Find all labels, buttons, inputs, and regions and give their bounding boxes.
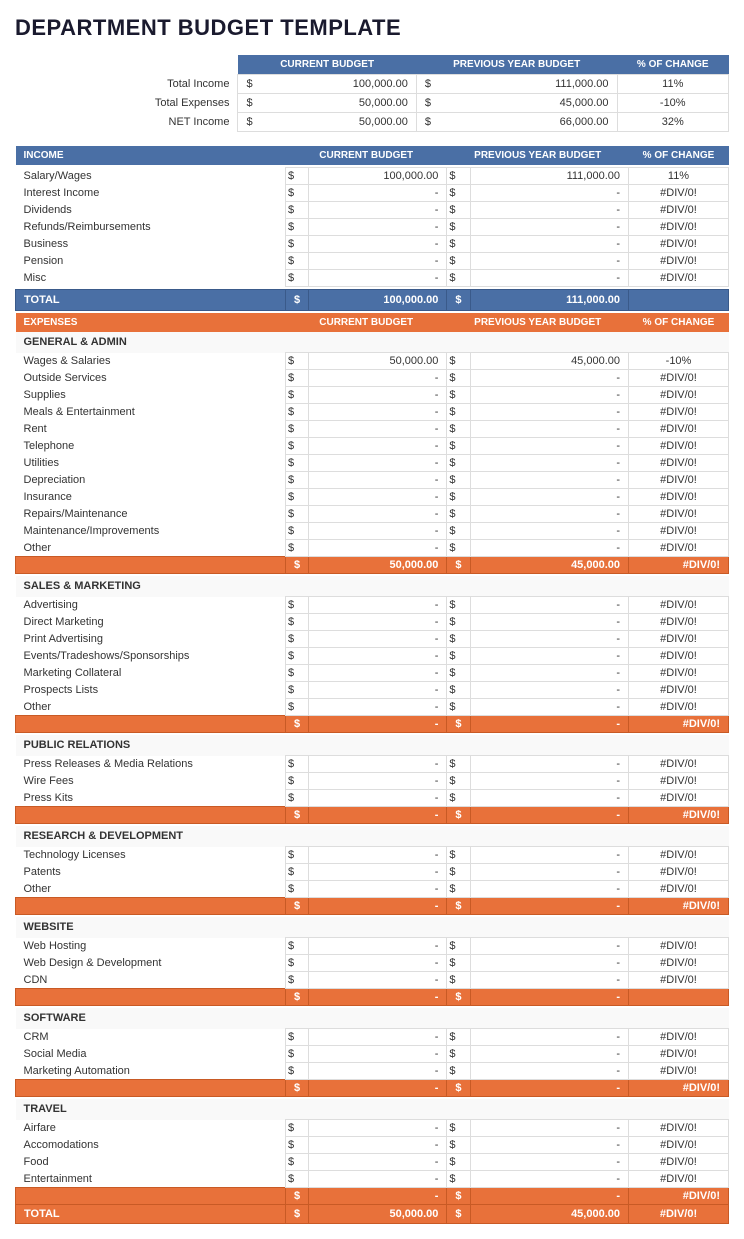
exp-row-press-kits: Press Kits $- $- #DIV/0! bbox=[16, 790, 729, 807]
exp-row-social-media: Social Media $- $- #DIV/0! bbox=[16, 1046, 729, 1063]
exp-row-advertising: Advertising $- $- #DIV/0! bbox=[16, 597, 729, 614]
software-subtotal-row: $- $- #DIV/0! bbox=[16, 1080, 729, 1097]
travel-section: TRAVEL bbox=[16, 1099, 729, 1120]
exp-row-insurance: Insurance $- $- #DIV/0! bbox=[16, 489, 729, 506]
income-row-interest: Interest Income $ - $ - #DIV/0! bbox=[16, 185, 729, 202]
exp-row-wire-fees: Wire Fees $- $- #DIV/0! bbox=[16, 773, 729, 790]
travel-subtotal-row: $- $- #DIV/0! bbox=[16, 1188, 729, 1205]
income-row-salary: Salary/Wages $ 100,000.00 $ 111,000.00 1… bbox=[16, 168, 729, 185]
summary-header-current: CURRENT BUDGET bbox=[238, 55, 416, 75]
exp-row-other-rd: Other $- $- #DIV/0! bbox=[16, 881, 729, 898]
exp-row-food: Food $- $- #DIV/0! bbox=[16, 1154, 729, 1171]
exp-row-crm: CRM $- $- #DIV/0! bbox=[16, 1029, 729, 1046]
income-total-row: TOTAL $ 100,000.00 $ 111,000.00 bbox=[16, 290, 729, 311]
sm-subtotal-row: $- $- #DIV/0! bbox=[16, 716, 729, 733]
page-title: DEPARTMENT BUDGET TEMPLATE bbox=[15, 15, 729, 41]
exp-row-cdn: CDN $- $- #DIV/0! bbox=[16, 972, 729, 989]
exp-row-airfare: Airfare $- $- #DIV/0! bbox=[16, 1120, 729, 1137]
exp-row-outside: Outside Services $- $- #DIV/0! bbox=[16, 370, 729, 387]
exp-row-entertainment: Entertainment $- $- #DIV/0! bbox=[16, 1171, 729, 1188]
exp-row-other-sm: Other $- $- #DIV/0! bbox=[16, 699, 729, 716]
exp-row-collateral: Marketing Collateral $- $- #DIV/0! bbox=[16, 665, 729, 682]
exp-row-maintenance: Maintenance/Improvements $- $- #DIV/0! bbox=[16, 523, 729, 540]
income-section-header: INCOME bbox=[16, 146, 286, 165]
exp-row-utilities: Utilities $- $- #DIV/0! bbox=[16, 455, 729, 472]
income-current-header: CURRENT BUDGET bbox=[286, 146, 447, 165]
exp-row-repairs: Repairs/Maintenance $- $- #DIV/0! bbox=[16, 506, 729, 523]
income-row-business: Business $ - $ - #DIV/0! bbox=[16, 236, 729, 253]
exp-row-depreciation: Depreciation $- $- #DIV/0! bbox=[16, 472, 729, 489]
exp-row-print-advertising: Print Advertising $- $- #DIV/0! bbox=[16, 631, 729, 648]
expenses-total-row: TOTAL $ 50,000.00 $ 45,000.00 #DIV/0! bbox=[16, 1205, 729, 1224]
exp-row-supplies: Supplies $- $- #DIV/0! bbox=[16, 387, 729, 404]
income-change-header: % OF CHANGE bbox=[629, 146, 729, 165]
exp-row-patents: Patents $- $- #DIV/0! bbox=[16, 864, 729, 881]
website-subtotal-row: $- $- bbox=[16, 989, 729, 1006]
exp-row-meals: Meals & Entertainment $- $- #DIV/0! bbox=[16, 404, 729, 421]
exp-row-prospects: Prospects Lists $- $- #DIV/0! bbox=[16, 682, 729, 699]
ga-subtotal-row: $50,000.00 $45,000.00 #DIV/0! bbox=[16, 557, 729, 574]
exp-row-marketing-automation: Marketing Automation $- $- #DIV/0! bbox=[16, 1063, 729, 1080]
exp-row-web-design: Web Design & Development $- $- #DIV/0! bbox=[16, 955, 729, 972]
summary-header-previous: PREVIOUS YEAR BUDGET bbox=[416, 55, 617, 75]
summary-table: CURRENT BUDGET PREVIOUS YEAR BUDGET % OF… bbox=[15, 55, 729, 132]
public-relations-section: PUBLIC RELATIONS bbox=[16, 735, 729, 756]
exp-row-web-hosting: Web Hosting $- $- #DIV/0! bbox=[16, 938, 729, 955]
exp-row-tech-licenses: Technology Licenses $- $- #DIV/0! bbox=[16, 847, 729, 864]
income-row-refunds: Refunds/Reimbursements $ - $ - #DIV/0! bbox=[16, 219, 729, 236]
exp-row-press-releases: Press Releases & Media Relations $- $- #… bbox=[16, 756, 729, 773]
exp-row-events: Events/Tradeshows/Sponsorships $- $- #DI… bbox=[16, 648, 729, 665]
summary-row-expenses: Total Expenses $50,000.00 $45,000.00 -10… bbox=[15, 94, 729, 113]
exp-row-accomodations: Accomodations $- $- #DIV/0! bbox=[16, 1137, 729, 1154]
pr-subtotal-row: $- $- #DIV/0! bbox=[16, 807, 729, 824]
website-section: WEBSITE bbox=[16, 917, 729, 938]
expenses-header-row: EXPENSES CURRENT BUDGET PREVIOUS YEAR BU… bbox=[16, 313, 729, 332]
income-row-dividends: Dividends $ - $ - #DIV/0! bbox=[16, 202, 729, 219]
exp-row-direct-marketing: Direct Marketing $- $- #DIV/0! bbox=[16, 614, 729, 631]
rd-subtotal-row: $- $- #DIV/0! bbox=[16, 898, 729, 915]
income-previous-header: PREVIOUS YEAR BUDGET bbox=[447, 146, 629, 165]
rd-section: RESEARCH & DEVELOPMENT bbox=[16, 826, 729, 847]
summary-row-income: Total Income $100,000.00 $111,000.00 11% bbox=[15, 75, 729, 94]
sales-marketing-section: SALES & MARKETING bbox=[16, 576, 729, 597]
main-budget-table: INCOME CURRENT BUDGET PREVIOUS YEAR BUDG… bbox=[15, 146, 729, 1224]
summary-row-net: NET Income $50,000.00 $66,000.00 32% bbox=[15, 113, 729, 132]
software-section: SOFTWARE bbox=[16, 1008, 729, 1029]
exp-row-telephone: Telephone $- $- #DIV/0! bbox=[16, 438, 729, 455]
exp-row-wages: Wages & Salaries $50,000.00 $45,000.00 -… bbox=[16, 353, 729, 370]
income-row-misc: Misc $ - $ - #DIV/0! bbox=[16, 270, 729, 287]
exp-row-rent: Rent $- $- #DIV/0! bbox=[16, 421, 729, 438]
income-row-pension: Pension $ - $ - #DIV/0! bbox=[16, 253, 729, 270]
summary-header-change: % OF CHANGE bbox=[617, 55, 728, 75]
exp-row-other-ga: Other $- $- #DIV/0! bbox=[16, 540, 729, 557]
general-admin-section: GENERAL & ADMIN bbox=[16, 332, 729, 353]
